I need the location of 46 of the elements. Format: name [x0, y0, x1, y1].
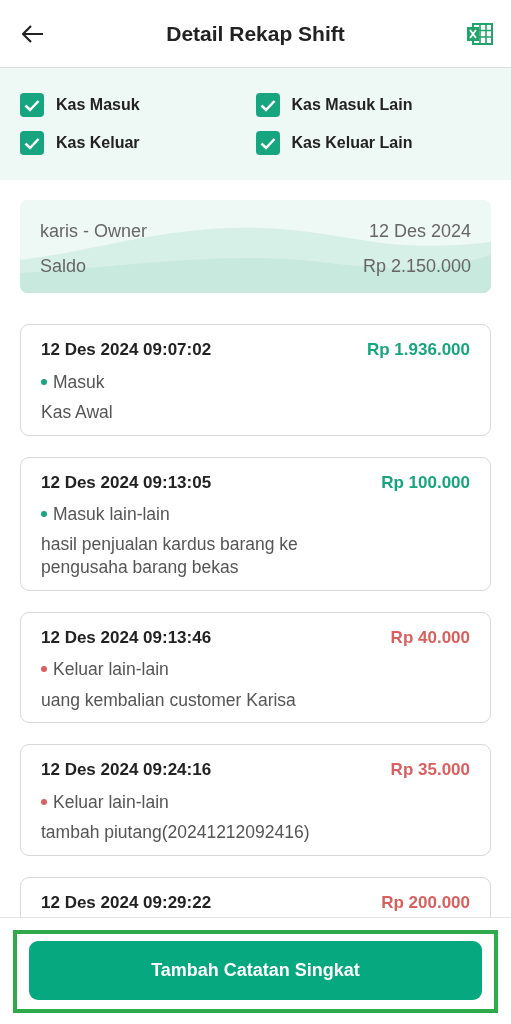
entry-card[interactable]: 12 Des 2024 09:13:05 Rp 100.000 Masuk lain-lain hasil penjualan kardus barang ke pengusaha barang bekas: [20, 456, 491, 591]
entry-amount: Rp 40.000: [390, 626, 470, 649]
user-name: karis - Owner: [40, 220, 148, 243]
date-text: 12 Des 2024: [367, 220, 471, 243]
entry-datetime: 12 Des 2024 09:13:46: [41, 626, 212, 649]
entry-card[interactable]: 12 Des 2024 09:13:46 Rp 40.000 Keluar lain-lain uang kembalian customer Karisa: [20, 611, 491, 724]
back-icon[interactable]: [22, 24, 44, 43]
entry-note: tambah piutang(20241212092416): [41, 821, 311, 844]
checkbox[interactable]: [255, 131, 280, 155]
entry-datetime: 12 Des 2024 09:29:22: [41, 891, 212, 914]
check-icon: [259, 136, 276, 150]
balance-amount: Rp 2.150.000: [362, 255, 471, 278]
entry-amount: Rp 100.000: [381, 471, 470, 494]
status-dot: [41, 378, 47, 385]
entry-datetime: 12 Des 2024 09:13:05: [41, 471, 212, 494]
entry-datetime: 12 Des 2024 09:07:02: [41, 339, 212, 361]
entry-note: Kas Awal: [41, 400, 114, 424]
status-dot: [41, 511, 47, 518]
checkbox[interactable]: [20, 131, 44, 155]
entry-datetime: 12 Des 2024 09:24:16: [41, 759, 212, 782]
check-icon: [259, 98, 276, 112]
entry-category: Masuk: [53, 370, 105, 394]
entry-amount: Rp 1.936.000: [367, 339, 470, 361]
entry-category: Masuk lain-lain: [53, 503, 170, 526]
checkbox[interactable]: [20, 93, 44, 117]
entry-amount: Rp 35.000: [390, 759, 470, 782]
entry-amount: Rp 200.000: [381, 891, 470, 914]
status-dot: [41, 666, 47, 673]
entry-card[interactable]: 12 Des 2024 09:24:16 Rp 35.000 Keluar lain-lain tambah piutang(20241212092416): [20, 744, 491, 856]
checkbox-label[interactable]: Kas Masuk Lain: [291, 93, 413, 117]
entry-category: Keluar lain-lain: [53, 658, 169, 682]
balance-label: Saldo: [40, 255, 88, 278]
checkbox-label[interactable]: Kas Keluar: [56, 131, 140, 155]
check-icon: [24, 136, 40, 150]
entry-note: uang kembalian customer Karisa: [41, 688, 297, 712]
entry-card[interactable]: 12 Des 2024 09:29:22 Rp 200.000: [20, 876, 491, 917]
status-dot: [41, 798, 47, 805]
checkbox[interactable]: [255, 93, 280, 117]
entry-note: hasil penjualan kardus barang ke pengusaha barang bekas: [41, 533, 299, 579]
entry-card[interactable]: 12 Des 2024 09:07:02 Rp 1.936.000 Masuk Kas Awal: [20, 324, 491, 436]
page-title: Detail Rekap Shift: [166, 20, 345, 47]
spreadsheet-icon[interactable]: [467, 22, 493, 45]
checkbox-label[interactable]: Kas Keluar Lain: [291, 131, 413, 155]
check-icon: [24, 98, 40, 112]
checkbox-label[interactable]: Kas Masuk: [56, 93, 140, 117]
entry-category: Keluar lain-lain: [53, 790, 169, 814]
